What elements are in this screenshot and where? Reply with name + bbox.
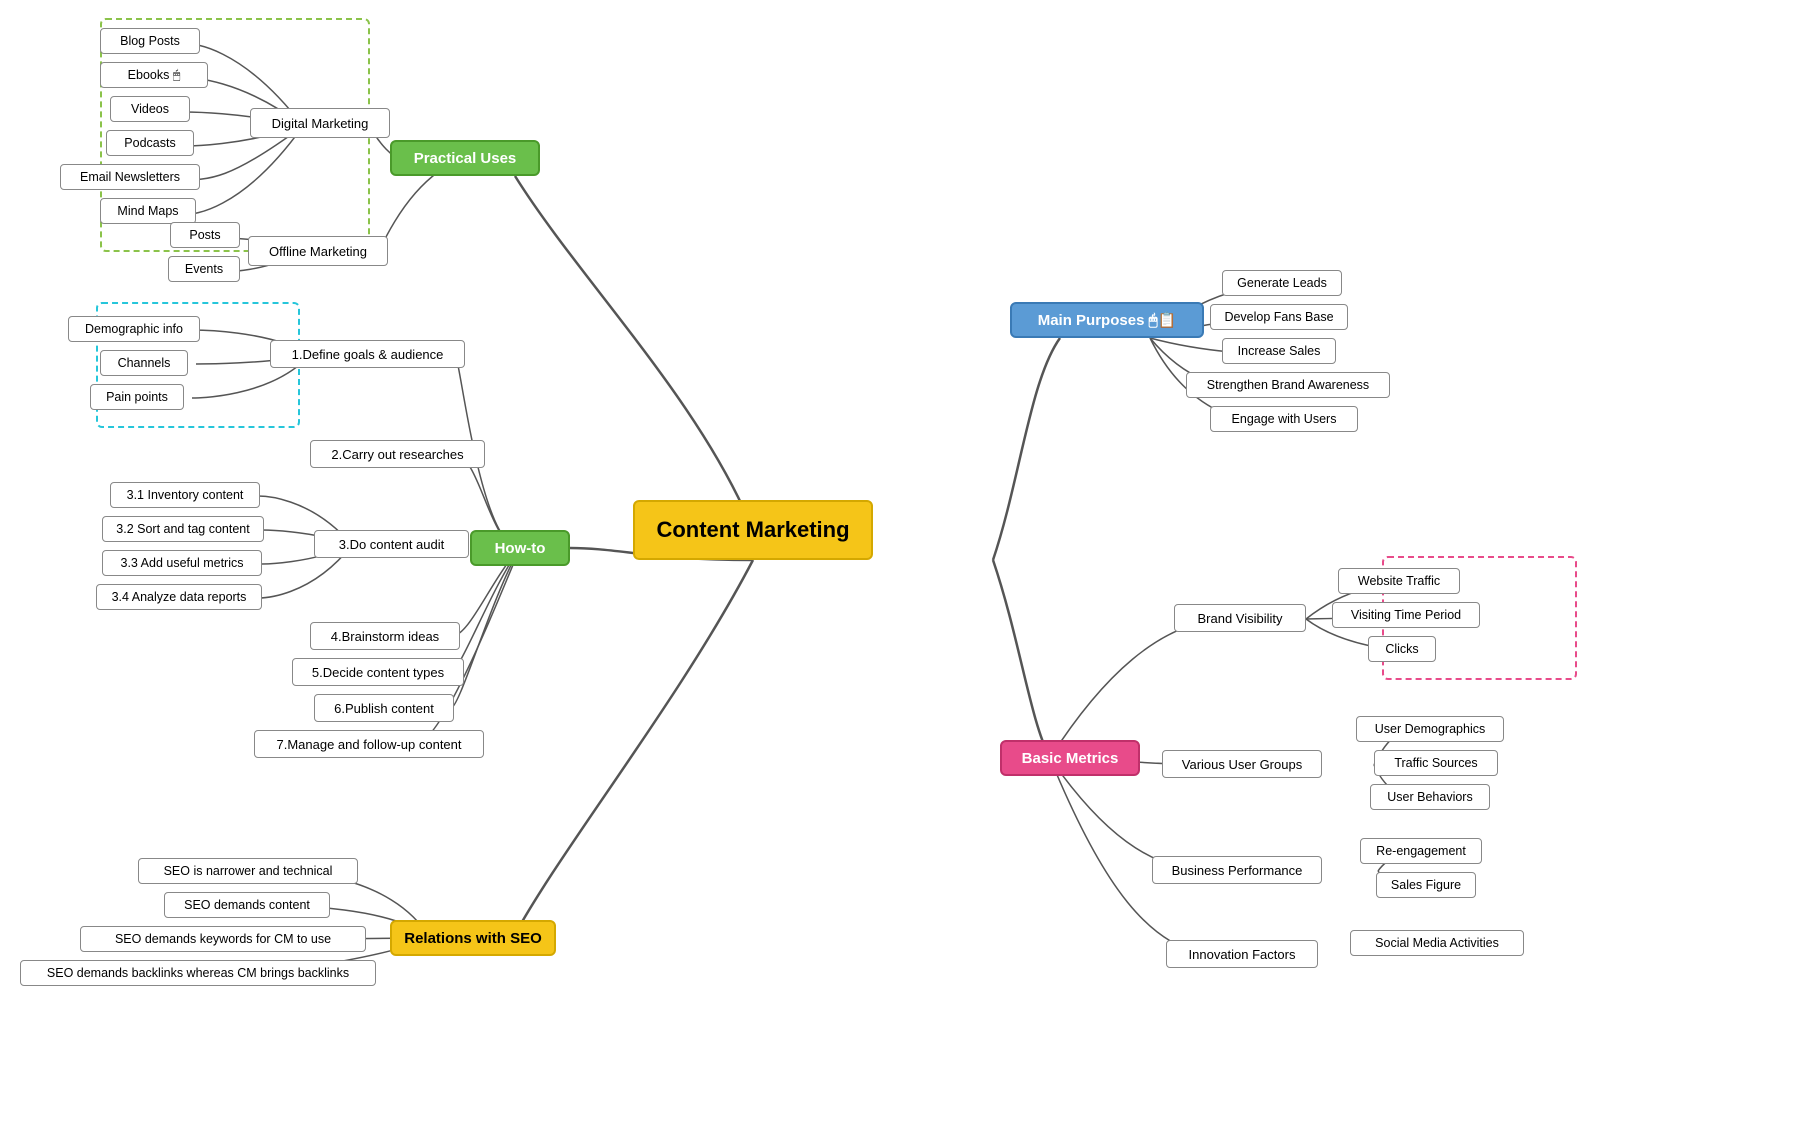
user-demographics-node: User Demographics [1356,716,1504,742]
events-node: Events [168,256,240,282]
howto-label: How-to [495,540,546,557]
sales-figure-node: Sales Figure [1376,872,1476,898]
relations-seo-node: Relations with SEO [390,920,556,956]
add-useful-metrics-node: 3.3 Add useful metrics [102,550,262,576]
digital-marketing-label: Digital Marketing [272,116,369,131]
business-performance-node: Business Performance [1152,856,1322,884]
demographic-info-node: Demographic info [68,316,200,342]
strengthen-brand-awareness-node: Strengthen Brand Awareness [1186,372,1390,398]
basic-metrics-node: Basic Metrics [1000,740,1140,776]
offline-marketing-label: Offline Marketing [269,244,367,259]
brand-visibility-node: Brand Visibility [1174,604,1306,632]
posts-node: Posts [170,222,240,248]
clicks-node: Clicks [1368,636,1436,662]
user-behaviors-node: User Behaviors [1370,784,1490,810]
innovation-factors-node: Innovation Factors [1166,940,1318,968]
engage-users-node: Engage with Users [1210,406,1358,432]
videos-node: Videos [110,96,190,122]
main-purposes-label: Main Purposes 🖱📋 [1038,311,1177,329]
sort-tag-content-node: 3.2 Sort and tag content [102,516,264,542]
center-label: Content Marketing [656,517,849,543]
inventory-content-node: 3.1 Inventory content [110,482,260,508]
social-media-activities-node: Social Media Activities [1350,930,1524,956]
practical-uses-label: Practical Uses [414,150,517,167]
re-engagement-node: Re-engagement [1360,838,1482,864]
center-node: Content Marketing [633,500,873,560]
increase-sales-node: Increase Sales [1222,338,1336,364]
howto-node: How-to [470,530,570,566]
visiting-time-period-node: Visiting Time Period [1332,602,1480,628]
seo-demands-content-node: SEO demands content [164,892,330,918]
publish-content-node: 6.Publish content [314,694,454,722]
podcasts-node: Podcasts [106,130,194,156]
relations-seo-label: Relations with SEO [404,930,542,947]
email-newsletters-node: Email Newsletters [60,164,200,190]
digital-marketing-node: Digital Marketing [250,108,390,138]
traffic-sources-node: Traffic Sources [1374,750,1498,776]
carry-out-researches-node: 2.Carry out researches [310,440,485,468]
do-content-audit-node: 3.Do content audit [314,530,469,558]
website-traffic-node: Website Traffic [1338,568,1460,594]
define-goals-node: 1.Define goals & audience [270,340,465,368]
seo-demands-backlinks-node: SEO demands backlinks whereas CM brings … [20,960,376,986]
develop-fans-base-node: Develop Fans Base [1210,304,1348,330]
main-purposes-node: Main Purposes 🖱📋 [1010,302,1204,338]
blog-posts-node: Blog Posts [100,28,200,54]
mind-maps-node: Mind Maps [100,198,196,224]
generate-leads-node: Generate Leads [1222,270,1342,296]
manage-followup-node: 7.Manage and follow-up content [254,730,484,758]
pain-points-node: Pain points [90,384,184,410]
practical-uses-node: Practical Uses [390,140,540,176]
brainstorm-ideas-node: 4.Brainstorm ideas [310,622,460,650]
basic-metrics-label: Basic Metrics [1022,750,1119,767]
decide-content-types-node: 5.Decide content types [292,658,464,686]
seo-demands-keywords-node: SEO demands keywords for CM to use [80,926,366,952]
offline-marketing-node: Offline Marketing [248,236,388,266]
channels-node: Channels [100,350,188,376]
ebooks-node: Ebooks 🖱 [100,62,208,88]
analyze-data-reports-node: 3.4 Analyze data reports [96,584,262,610]
seo-narrower-node: SEO is narrower and technical [138,858,358,884]
various-user-groups-node: Various User Groups [1162,750,1322,778]
